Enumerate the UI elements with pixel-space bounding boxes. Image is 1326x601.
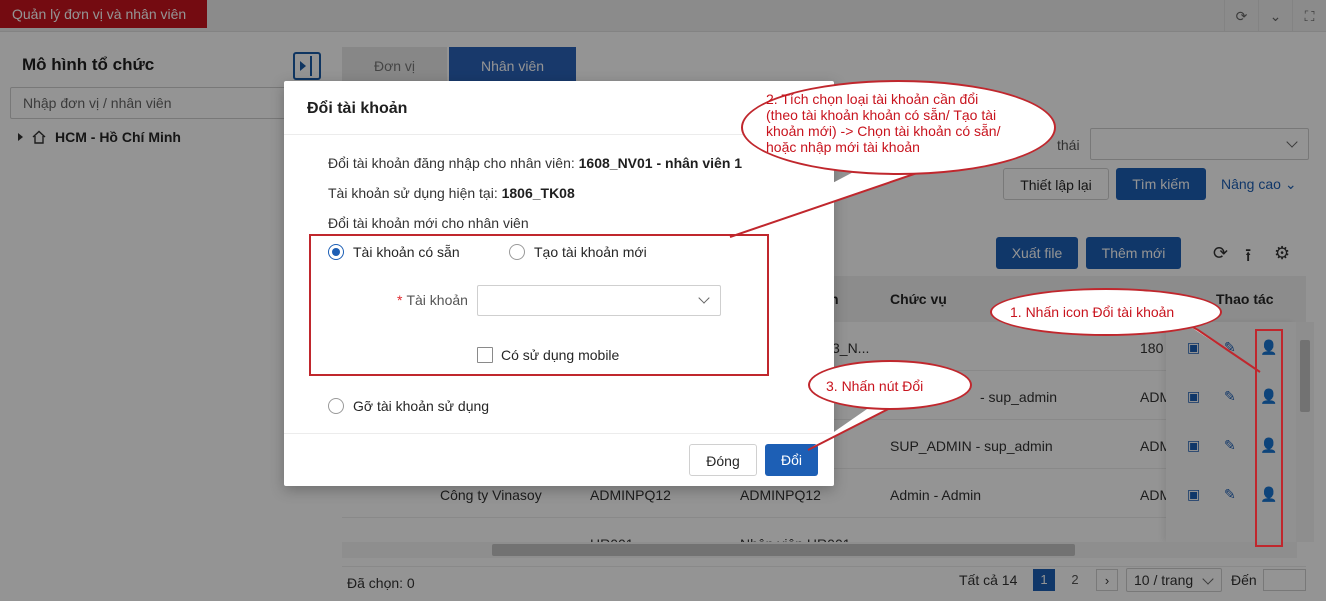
radio-remove-label: Gỡ tài khoản sử dụng	[353, 398, 490, 414]
employee-info: Đổi tài khoản đăng nhập cho nhân viên: 1…	[328, 155, 742, 171]
callout-line: 2. Tích chọn loại tài khoản cần đổi	[766, 91, 979, 107]
dialog-title: Đổi tài khoản	[307, 100, 408, 117]
callout-step-3-text: 3. Nhấn nút Đổi	[826, 378, 924, 394]
callout-step-2-text: 2. Tích chọn loại tài khoản cần đổi (the…	[766, 91, 1000, 155]
new-account-label: Đổi tài khoản mới cho nhân viên	[328, 215, 529, 231]
callout-line: (theo tài khoản khoản có sẵn/ Tạo tài	[766, 107, 997, 123]
divider	[284, 433, 834, 434]
callout-step-1-text: 1. Nhấn icon Đổi tài khoản	[1010, 304, 1175, 320]
highlight-box-account-options	[309, 234, 769, 376]
current-account-info: Tài khoản sử dụng hiện tại: 1806_TK08	[328, 185, 575, 201]
current-account-label: Tài khoản sử dụng hiện tại:	[328, 185, 498, 201]
callout-line: hoặc nhập mới tài khoản	[766, 139, 920, 155]
employee-value: 1608_NV01 - nhân viên 1	[578, 155, 743, 171]
callout-line: khoản mới) -> Chọn tài khoản có sẵn/	[766, 123, 1001, 139]
radio-unchecked-icon[interactable]	[328, 398, 344, 414]
radio-remove-account[interactable]: Gỡ tài khoản sử dụng	[328, 398, 489, 414]
highlight-box-change-icons	[1255, 329, 1283, 547]
confirm-change-button[interactable]: Đổi	[765, 444, 818, 476]
close-button[interactable]: Đóng	[689, 444, 757, 476]
current-account-value: 1806_TK08	[501, 185, 575, 201]
employee-label: Đổi tài khoản đăng nhập cho nhân viên:	[328, 155, 575, 171]
